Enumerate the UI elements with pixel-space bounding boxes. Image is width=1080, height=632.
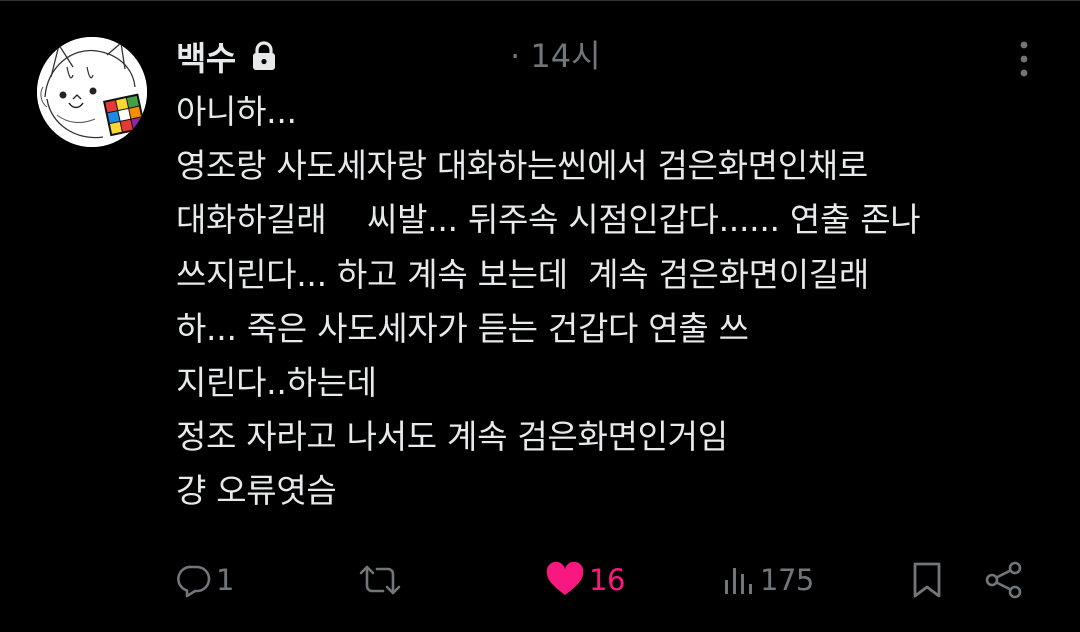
post-header: 백수 [176,31,278,81]
post-body-line: 지린다..하는데 [176,362,377,402]
post-body-line: 걍 오류엿슴 [176,471,337,511]
repost-icon [358,562,402,598]
bookmark-button[interactable] [911,556,943,604]
heart-icon [545,562,585,598]
like-count: 16 [589,563,625,597]
views-count: 175 [760,563,814,597]
more-icon[interactable] [1012,39,1036,79]
post-body: 아니하... 영조랑 사도세자랑 대화하는씬에서 검은화면인채로 대화하길래 씨… [176,85,1056,519]
lock-icon [250,40,278,72]
reply-button[interactable]: 1 [176,556,234,604]
post-body-line: 쓰지린다... 하고 계속 보는데 계속 검은화면이길래 [176,254,869,294]
author-display-name[interactable]: 백수 [176,32,236,80]
share-icon [984,561,1024,599]
bookmark-icon [911,561,943,599]
views-button[interactable]: 175 [722,556,814,604]
reply-icon [176,562,212,598]
share-button[interactable] [984,556,1024,604]
post-body-line: 정조 자라고 나서도 계속 검은화면인거임 [176,417,728,457]
like-button[interactable]: 16 [545,556,625,604]
post-timestamp[interactable]: · 14시 [510,31,601,81]
post-body-line: 아니하... [176,92,297,131]
reply-count: 1 [216,563,234,597]
repost-button[interactable] [358,556,406,604]
views-icon [722,562,756,598]
post-body-line: 대화하길래 씨발... 뒤주속 시점인갑다...... 연출 존나 [176,200,921,240]
post-body-line: 하... 죽은 사도세자가 듣는 건갑다 연출 쓰 [176,308,749,348]
post[interactable]: 백수 · 14시 아니하... 영조랑 사도세자랑 대화하는씬에서 검은화면인채… [0,0,1080,632]
post-body-line: 영조랑 사도세자랑 대화하는씬에서 검은화면인채로 [176,146,868,186]
avatar[interactable] [37,37,147,147]
action-bar: 1 16 175 [0,556,1080,604]
avatar-drawing [37,37,147,147]
